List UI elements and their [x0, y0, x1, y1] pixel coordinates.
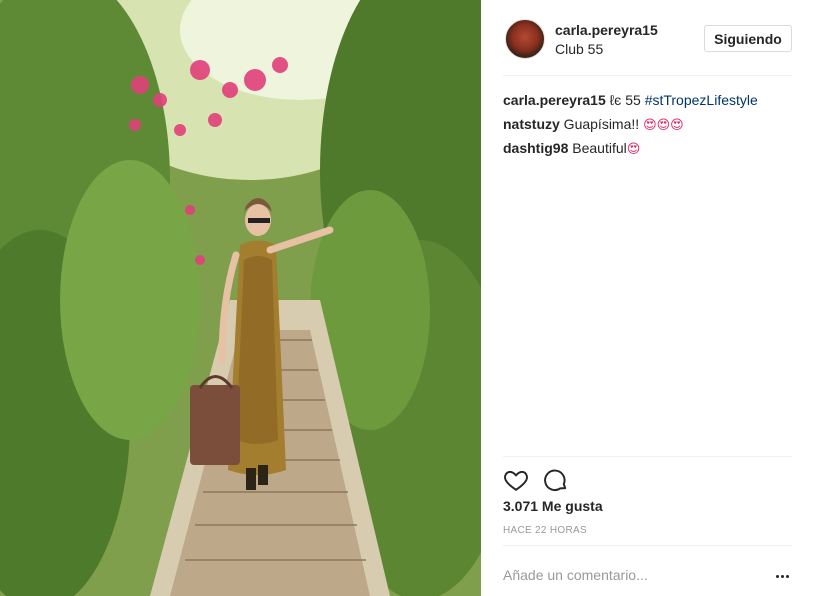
comment-text: Beautiful	[568, 140, 627, 156]
comment-input[interactable]	[503, 560, 753, 590]
comment-text: Guapísima!!	[559, 116, 644, 132]
heart-icon[interactable]	[503, 467, 529, 493]
comment-item: dashtig98 Beautiful😍	[503, 136, 792, 160]
heart-eyes-emoji: 😍	[626, 142, 641, 157]
post-timestamp: HACE 22 HORAS	[503, 525, 587, 536]
post-actions	[503, 456, 792, 498]
post-username[interactable]: carla.pereyra15	[555, 22, 658, 38]
like-count[interactable]: 3.071 Me gusta	[503, 498, 603, 514]
comment-item: natstuzy Guapísima!! 😍😍😍	[503, 112, 792, 136]
comment-username[interactable]: natstuzy	[503, 116, 560, 132]
heart-eyes-emoji: 😍😍😍	[643, 118, 684, 133]
post-header: carla.pereyra15 Club 55 Siguiendo	[503, 16, 792, 76]
comment-item: carla.pereyra15 ℓє 55 #stTropezLifestyle	[503, 88, 792, 112]
avatar[interactable]	[505, 19, 545, 59]
more-options-icon[interactable]	[772, 566, 792, 586]
post-details-panel: carla.pereyra15 Club 55 Siguiendo carla.…	[481, 0, 813, 596]
comment-list: carla.pereyra15 ℓє 55 #stTropezLifestyle…	[503, 88, 792, 160]
comment-text: ℓє 55	[605, 92, 645, 108]
post-photo-image	[0, 0, 481, 596]
comment-bubble-icon[interactable]	[543, 467, 569, 493]
hashtag-link[interactable]: #stTropezLifestyle	[645, 92, 758, 108]
post-photo[interactable]	[0, 0, 481, 596]
add-comment-bar	[503, 545, 792, 596]
post-location[interactable]: Club 55	[555, 41, 603, 57]
comment-username[interactable]: dashtig98	[503, 140, 568, 156]
comment-username[interactable]: carla.pereyra15	[503, 92, 606, 108]
following-button[interactable]: Siguiendo	[704, 25, 792, 52]
